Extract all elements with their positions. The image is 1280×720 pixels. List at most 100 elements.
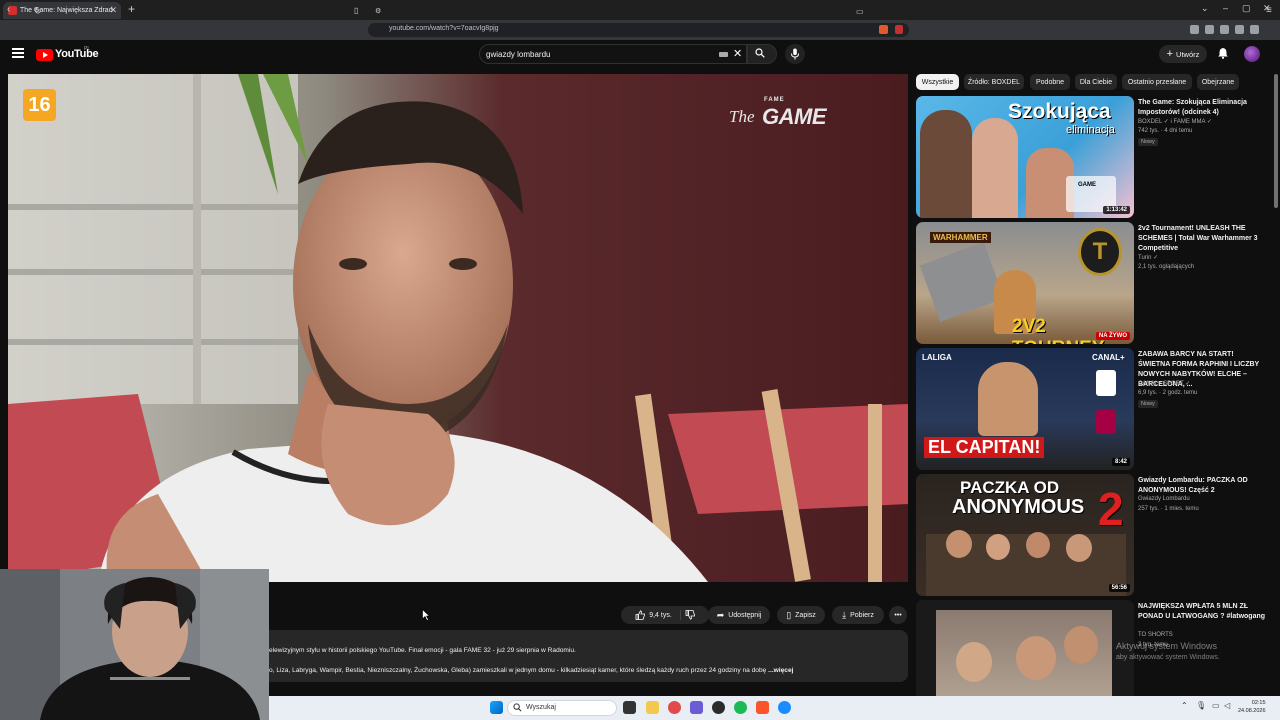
cast-icon[interactable]: ▭ xyxy=(856,6,864,18)
back-icon[interactable]: ‹ xyxy=(7,4,10,16)
video-thumbnail[interactable]: LALIGA CANAL+ EL CAPITAN! 8:42 xyxy=(916,348,1134,470)
microphone-tray-icon[interactable]: 🎙 xyxy=(1196,701,1206,710)
opera-icon[interactable] xyxy=(668,701,681,714)
channel-name[interactable]: TO SHORTS xyxy=(1138,632,1173,638)
maximize-icon[interactable]: ▢ xyxy=(1242,3,1251,14)
menu-hamburger-icon[interactable] xyxy=(12,48,24,58)
channel-name[interactable]: CANAL+ SPORT ✓ xyxy=(1138,380,1190,387)
video-thumbnail[interactable] xyxy=(916,600,1134,696)
thumbnail-crest xyxy=(1096,370,1116,396)
bookmark-icon[interactable]: ▯ xyxy=(354,5,358,17)
share-button[interactable]: ➦ Udostępnij xyxy=(708,606,770,624)
reload-icon[interactable]: ↻ xyxy=(34,5,42,17)
recommendation-item[interactable]: LALIGA CANAL+ EL CAPITAN! 8:42 ZABAWA BA… xyxy=(916,348,1272,470)
chip-all[interactable]: Wszystkie xyxy=(916,74,959,90)
country-code: PL xyxy=(84,46,91,52)
page-scrollbar[interactable] xyxy=(1274,74,1278,208)
channel-name[interactable]: BOXDEL ✓ i FAME MMA ✓ xyxy=(1138,118,1212,125)
thumbnail-person xyxy=(972,118,1018,218)
wallet-icon[interactable] xyxy=(1220,25,1229,34)
search-icon[interactable] xyxy=(755,48,765,58)
forward-icon[interactable]: › xyxy=(20,4,23,16)
brave-icon[interactable] xyxy=(756,701,769,714)
thumbnail-face xyxy=(1064,626,1098,664)
chip-recently-uploaded[interactable]: Ostatnio przesłane xyxy=(1122,74,1192,90)
site-info-icon[interactable]: ⚙ xyxy=(375,6,381,18)
channel-name[interactable]: Gwiazdy Lombardu xyxy=(1138,496,1190,502)
url-text[interactable]: youtube.com/watch?v=7oacvIg8pjg xyxy=(389,25,499,32)
keyboard-icon[interactable] xyxy=(719,52,728,57)
download-button[interactable]: ⤓ Pobierz xyxy=(832,606,884,624)
video-title[interactable]: Gwiazdy Lombardu: PACZKA OD ANONYMOUS! C… xyxy=(1138,476,1266,496)
video-meta: 742 tys. · 4 dni temu xyxy=(1138,128,1193,134)
rewards-icon[interactable] xyxy=(895,25,903,34)
browser-menu-icon[interactable]: ≡ xyxy=(1266,5,1272,17)
description-line-2: o, Liza, Labryga, Wampir, Bestia, Niezni… xyxy=(269,667,793,674)
chip-for-you[interactable]: Dla Ciebie xyxy=(1075,74,1117,90)
browser-tab-bar xyxy=(0,0,1280,20)
save-button[interactable]: ▯ Zapisz xyxy=(777,606,825,624)
youtube-logo-icon[interactable] xyxy=(36,49,53,61)
recommendation-item[interactable]: Szokująca eliminacja GAME 1:13:42 The Ga… xyxy=(916,96,1272,218)
music-icon[interactable] xyxy=(1190,25,1199,34)
search-input[interactable]: gwiazdy lombardu xyxy=(486,50,550,59)
task-view-icon[interactable] xyxy=(623,701,636,714)
chip-source-boxdel[interactable]: Źródło: BOXDEL xyxy=(964,74,1024,90)
tab-close-icon[interactable]: ✕ xyxy=(109,5,117,16)
watermark-line-2: aby aktywować system Windows. xyxy=(1116,654,1220,661)
video-title[interactable]: The Game: Szokująca Eliminacja Impostoró… xyxy=(1138,98,1266,118)
video-thumbnail[interactable]: PACZKA OD ANONYMOUS 2 56:56 xyxy=(916,474,1134,596)
like-button[interactable]: 9,4 tys. xyxy=(635,610,681,620)
more-actions-icon[interactable]: ••• xyxy=(889,606,907,624)
clock-date: 24.08.2026 xyxy=(1238,708,1266,714)
video-title[interactable]: 2v2 Tournament! UNLEASH THE SCHEMES | To… xyxy=(1138,224,1266,254)
new-tab-plus-icon[interactable]: + xyxy=(128,3,135,15)
volume-icon[interactable]: ◁ xyxy=(1224,701,1230,710)
plus-icon: + xyxy=(1166,48,1174,60)
like-count: 9,4 tys. xyxy=(649,611,672,619)
recommendation-item[interactable]: PACZKA OD ANONYMOUS 2 56:56 Gwiazdy Lomb… xyxy=(916,474,1272,596)
microphone-icon[interactable] xyxy=(790,48,800,60)
thumbnail-face xyxy=(1026,532,1050,558)
spotify-icon[interactable] xyxy=(734,701,747,714)
taskbar-search-icon xyxy=(513,703,522,712)
discord-icon[interactable] xyxy=(690,701,703,714)
create-button[interactable]: + Utwórz xyxy=(1159,45,1207,63)
thumbs-down-icon[interactable] xyxy=(685,610,695,620)
tray-chevron-icon[interactable]: ⌃ xyxy=(1181,701,1188,710)
vpn-icon[interactable] xyxy=(1250,25,1259,34)
sidebar-icon[interactable] xyxy=(1205,25,1214,34)
watermark-fame: FAME xyxy=(764,97,785,103)
video-title[interactable]: NAJWIĘKSZA WPŁATA 5 MLN ZŁ PONAD U LATWO… xyxy=(1138,602,1266,622)
watermark-the: The xyxy=(729,107,755,126)
taskbar-clock[interactable]: 02:15 24.08.2026 xyxy=(1238,699,1266,715)
recommendation-item[interactable]: T WARHAMMER 2V2 TOURNEY NA ŻYWO 2v2 Tour… xyxy=(916,222,1272,344)
taskbar-search-placeholder[interactable]: Wyszukaj xyxy=(526,704,556,711)
save-bookmark-icon: ▯ xyxy=(786,609,792,620)
video-thumbnail[interactable]: T WARHAMMER 2V2 TOURNEY NA ŻYWO xyxy=(916,222,1134,344)
windows-start-icon[interactable] xyxy=(490,701,503,714)
file-explorer-icon[interactable] xyxy=(646,701,659,714)
notifications-bell-icon[interactable] xyxy=(1217,47,1229,59)
user-avatar[interactable] xyxy=(1244,46,1260,62)
description-line-2-text: o, Liza, Labryga, Wampir, Bestia, Niezni… xyxy=(269,667,767,674)
webcam-feed xyxy=(0,569,269,720)
minimize-icon[interactable]: – xyxy=(1223,3,1228,13)
thumbnail-crest xyxy=(1096,410,1116,434)
clear-search-icon[interactable]: ✕ xyxy=(733,47,742,60)
youtube-wordmark[interactable]: YouTube xyxy=(55,48,99,60)
video-thumbnail[interactable]: Szokująca eliminacja GAME 1:13:42 xyxy=(916,96,1134,218)
chip-watched[interactable]: Obejrzane xyxy=(1197,74,1239,90)
video-player[interactable] xyxy=(8,74,908,582)
channel-name[interactable]: Turin ✓ xyxy=(1138,254,1158,261)
tab-search-chevron-icon[interactable]: ⌄ xyxy=(1201,3,1209,14)
network-icon[interactable]: ▭ xyxy=(1212,701,1220,710)
show-more-link[interactable]: ...więcej xyxy=(768,667,793,674)
chip-similar[interactable]: Podobne xyxy=(1030,74,1070,90)
thumbnail-text-1: LALIGA xyxy=(922,353,952,362)
app-icon[interactable] xyxy=(712,701,725,714)
extensions-icon[interactable] xyxy=(1235,25,1244,34)
app-icon-2[interactable] xyxy=(778,701,791,714)
taskbar-search-box[interactable] xyxy=(507,700,617,716)
brave-shields-icon[interactable] xyxy=(879,25,888,34)
